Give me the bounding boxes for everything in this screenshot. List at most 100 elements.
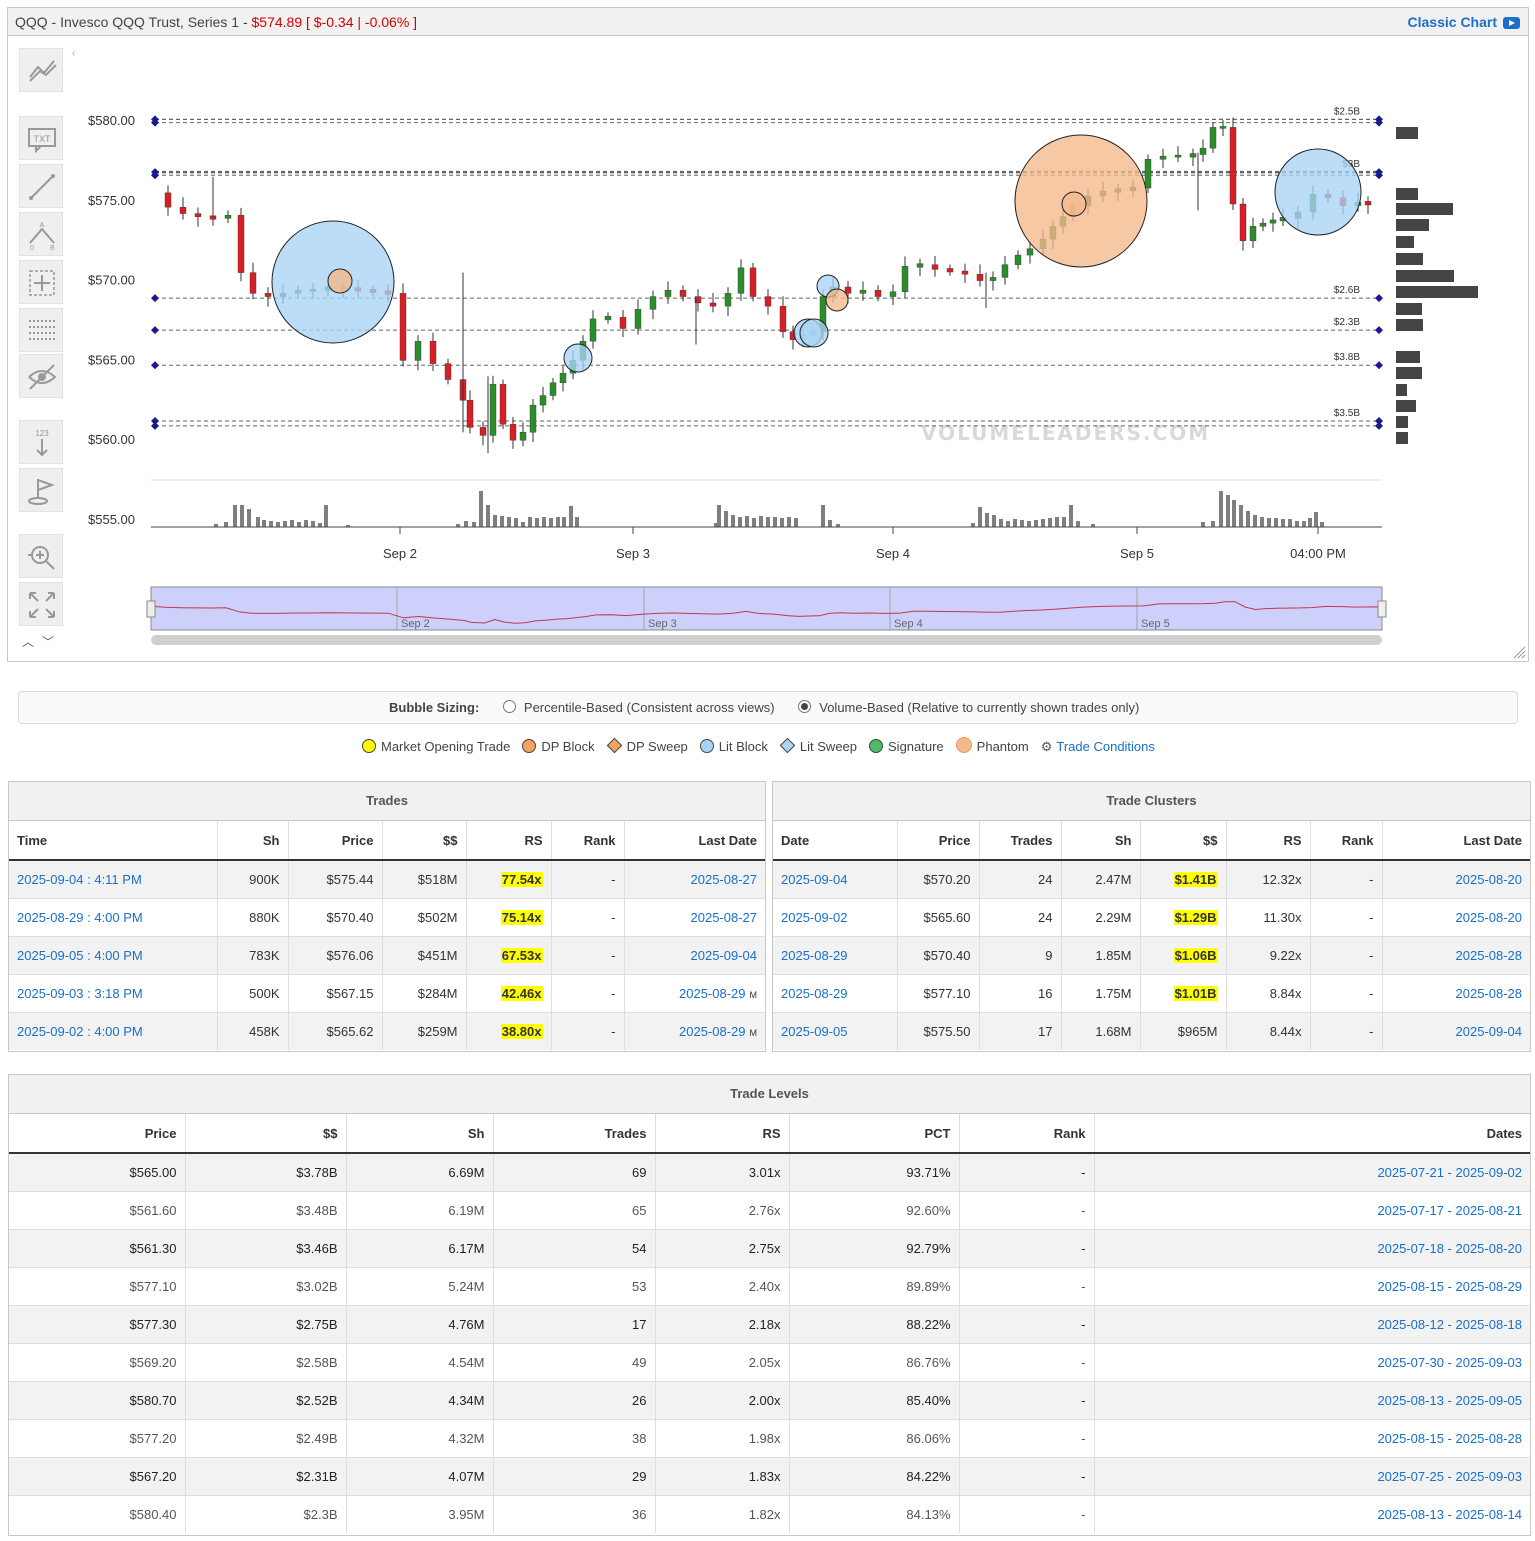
collapse-toolbar-icon[interactable]: ‹ xyxy=(72,48,75,59)
trade-time[interactable]: 2025-08-29 : 4:00 PM xyxy=(9,898,218,937)
table-row[interactable]: $577.10 $3.02B 5.24M 53 2.40x 89.89% - 2025-08-… xyxy=(9,1267,1530,1306)
cluster-date[interactable]: 2025-08-29 xyxy=(773,974,898,1013)
price-chart[interactable]: $580.00 $575.00 $570.00 $565.00 $560.00 $555.… xyxy=(8,8,1528,661)
date-link[interactable]: 2025-07-25 - 2025-09-03 xyxy=(1377,1469,1522,1484)
date-range-link[interactable]: 2025-07-25 - 2025-09-03 xyxy=(1094,1457,1530,1496)
date-link[interactable]: 2025-08-27 xyxy=(691,910,758,925)
date-link[interactable]: 2025-09-04 xyxy=(691,948,758,963)
last-date[interactable]: 2025-08-20 xyxy=(1382,859,1530,899)
volume-option[interactable]: Volume-Based (Relative to currently show… xyxy=(798,700,1139,715)
date-link[interactable]: 2025-09-03 : 3:18 PM xyxy=(17,986,143,1001)
percentile-option[interactable]: Percentile-Based (Consistent across view… xyxy=(502,700,775,715)
column-header[interactable]: Last Date xyxy=(1382,821,1530,861)
crosshair-icon[interactable] xyxy=(19,260,63,304)
measure-icon[interactable]: 123 xyxy=(19,420,63,464)
date-range-link[interactable]: 2025-07-21 - 2025-09-02 xyxy=(1094,1152,1530,1192)
last-date[interactable]: 2025-09-04 xyxy=(1382,1012,1530,1050)
date-link[interactable]: 2025-08-29 : 4:00 PM xyxy=(17,910,143,925)
table-row[interactable]: $580.40 $2.3B 3.95M 36 1.82x 84.13% - 2025-08-1… xyxy=(9,1495,1530,1533)
horizontal-lines-icon[interactable] xyxy=(19,308,63,352)
trade-time[interactable]: 2025-09-04 : 4:11 PM xyxy=(9,859,218,899)
column-header[interactable]: RS xyxy=(466,821,552,861)
table-row[interactable]: 2025-09-05 $575.50 17 1.68M $965M 8.44x - 2025-… xyxy=(773,1012,1530,1050)
last-date[interactable]: 2025-08-27 xyxy=(624,898,765,937)
table-row[interactable]: 2025-09-04 $570.20 24 2.47M $1.41B 12.32x - 202… xyxy=(773,859,1530,899)
navigator-handle-right[interactable] xyxy=(1377,600,1387,618)
range-navigator[interactable]: Sep 2 Sep 3 Sep 4 Sep 5 xyxy=(146,586,1387,645)
column-header[interactable]: Sh xyxy=(346,1114,494,1154)
date-link[interactable]: 2025-08-28 xyxy=(1456,986,1523,1001)
column-header[interactable]: $$ xyxy=(185,1114,347,1154)
lit-block-bubble[interactable] xyxy=(799,318,829,348)
table-row[interactable]: $569.20 $2.58B 4.54M 49 2.05x 86.76% - 2025-07-… xyxy=(9,1343,1530,1382)
date-range-link[interactable]: 2025-08-12 - 2025-08-18 xyxy=(1094,1305,1530,1344)
date-link[interactable]: 2025-08-15 - 2025-08-29 xyxy=(1377,1279,1522,1294)
last-date[interactable]: 2025-08-27 xyxy=(624,859,765,899)
last-date[interactable]: 2025-08-29 M xyxy=(624,1012,765,1050)
navigator-window[interactable] xyxy=(150,586,1383,631)
date-range-link[interactable]: 2025-07-30 - 2025-09-03 xyxy=(1094,1343,1530,1382)
column-header[interactable]: Price xyxy=(288,821,383,861)
column-header[interactable]: Sh xyxy=(217,821,289,861)
column-header[interactable]: Rank xyxy=(959,1114,1095,1154)
percentile-radio[interactable] xyxy=(502,700,516,713)
column-header[interactable]: Price xyxy=(9,1114,186,1154)
toolbar-scroll-arrows[interactable]: ︿﹀ xyxy=(22,633,62,650)
table-row[interactable]: 2025-08-29 $570.40 9 1.85M $1.06B 9.22x - 2025-… xyxy=(773,936,1530,975)
date-link[interactable]: 2025-08-29 xyxy=(679,986,746,1001)
column-header[interactable]: Price xyxy=(897,821,980,861)
date-link[interactable]: 2025-08-29 xyxy=(781,948,848,963)
volume-radio[interactable] xyxy=(798,700,812,713)
date-link[interactable]: 2025-08-28 xyxy=(1456,948,1523,963)
trade-time[interactable]: 2025-09-02 : 4:00 PM xyxy=(9,1012,218,1050)
flag-icon[interactable] xyxy=(19,468,63,512)
dp-block-bubble[interactable] xyxy=(1061,191,1087,217)
date-range-link[interactable]: 2025-08-15 - 2025-08-29 xyxy=(1094,1267,1530,1306)
date-link[interactable]: 2025-08-20 xyxy=(1456,910,1523,925)
trade-time[interactable]: 2025-09-05 : 4:00 PM xyxy=(9,936,218,975)
trade-time[interactable]: 2025-09-03 : 3:18 PM xyxy=(9,974,218,1013)
date-link[interactable]: 2025-09-02 xyxy=(781,910,848,925)
date-link[interactable]: 2025-08-13 - 2025-09-05 xyxy=(1377,1393,1522,1408)
column-header[interactable]: Dates xyxy=(1094,1114,1530,1154)
column-header[interactable]: $$ xyxy=(382,821,467,861)
date-link[interactable]: 2025-08-12 - 2025-08-18 xyxy=(1377,1317,1522,1332)
table-row[interactable]: 2025-09-02 : 4:00 PM 458K $565.62 $259M 38.8… xyxy=(9,1012,765,1050)
column-header[interactable]: Sh xyxy=(1061,821,1141,861)
legend-label[interactable]: Trade Conditions xyxy=(1056,739,1155,754)
table-row[interactable]: $561.60 $3.48B 6.19M 65 2.76x 92.60% - 2025-07-… xyxy=(9,1191,1530,1230)
date-range-link[interactable]: 2025-07-17 - 2025-08-21 xyxy=(1094,1191,1530,1230)
column-header[interactable]: Rank xyxy=(551,821,625,861)
date-link[interactable]: 2025-07-17 - 2025-08-21 xyxy=(1377,1203,1522,1218)
cluster-date[interactable]: 2025-08-29 xyxy=(773,936,898,975)
column-header[interactable]: PCT xyxy=(789,1114,960,1154)
last-date[interactable]: 2025-09-04 xyxy=(624,936,765,975)
resize-grip-icon[interactable] xyxy=(1512,645,1526,659)
indicator-icon[interactable] xyxy=(19,48,63,92)
column-header[interactable]: Time xyxy=(9,821,218,861)
navigator-handle-left[interactable] xyxy=(146,600,156,618)
table-row[interactable]: $577.20 $2.49B 4.32M 38 1.98x 86.06% - 2025-08-… xyxy=(9,1419,1530,1458)
cluster-date[interactable]: 2025-09-05 xyxy=(773,1012,898,1050)
date-link[interactable]: 2025-08-15 - 2025-08-28 xyxy=(1377,1431,1522,1446)
date-link[interactable]: 2025-09-04 : 4:11 PM xyxy=(17,872,142,887)
lit-block-bubble[interactable] xyxy=(1274,148,1362,236)
table-row[interactable]: 2025-09-04 : 4:11 PM 900K $575.44 $518M 77.5… xyxy=(9,859,765,899)
date-link[interactable]: 2025-08-13 - 2025-08-14 xyxy=(1377,1507,1522,1522)
table-row[interactable]: 2025-09-05 : 4:00 PM 783K $576.06 $451M 67.5… xyxy=(9,936,765,975)
table-row[interactable]: $565.00 $3.78B 6.69M 69 3.01x 93.71% - 2025-07-… xyxy=(9,1152,1530,1192)
table-row[interactable]: $580.70 $2.52B 4.34M 26 2.00x 85.40% - 2025-08-… xyxy=(9,1381,1530,1420)
table-row[interactable]: $561.30 $3.46B 6.17M 54 2.75x 92.79% - 2025-07-… xyxy=(9,1229,1530,1268)
column-header[interactable]: RS xyxy=(655,1114,790,1154)
date-range-link[interactable]: 2025-08-15 - 2025-08-28 xyxy=(1094,1419,1530,1458)
date-link[interactable]: 2025-09-04 xyxy=(781,872,848,887)
table-row[interactable]: 2025-09-03 : 3:18 PM 500K $567.15 $284M 42.4… xyxy=(9,974,765,1013)
column-header[interactable]: Date xyxy=(773,821,898,861)
last-date[interactable]: 2025-08-29 M xyxy=(624,974,765,1013)
column-header[interactable]: Trades xyxy=(979,821,1062,861)
column-header[interactable]: Rank xyxy=(1310,821,1383,861)
table-row[interactable]: 2025-08-29 $577.10 16 1.75M $1.01B 8.84x - 2025… xyxy=(773,974,1530,1013)
table-row[interactable]: 2025-09-02 $565.60 24 2.29M $1.29B 11.30x - 202… xyxy=(773,898,1530,937)
last-date[interactable]: 2025-08-20 xyxy=(1382,898,1530,937)
date-link[interactable]: 2025-08-29 xyxy=(781,986,848,1001)
